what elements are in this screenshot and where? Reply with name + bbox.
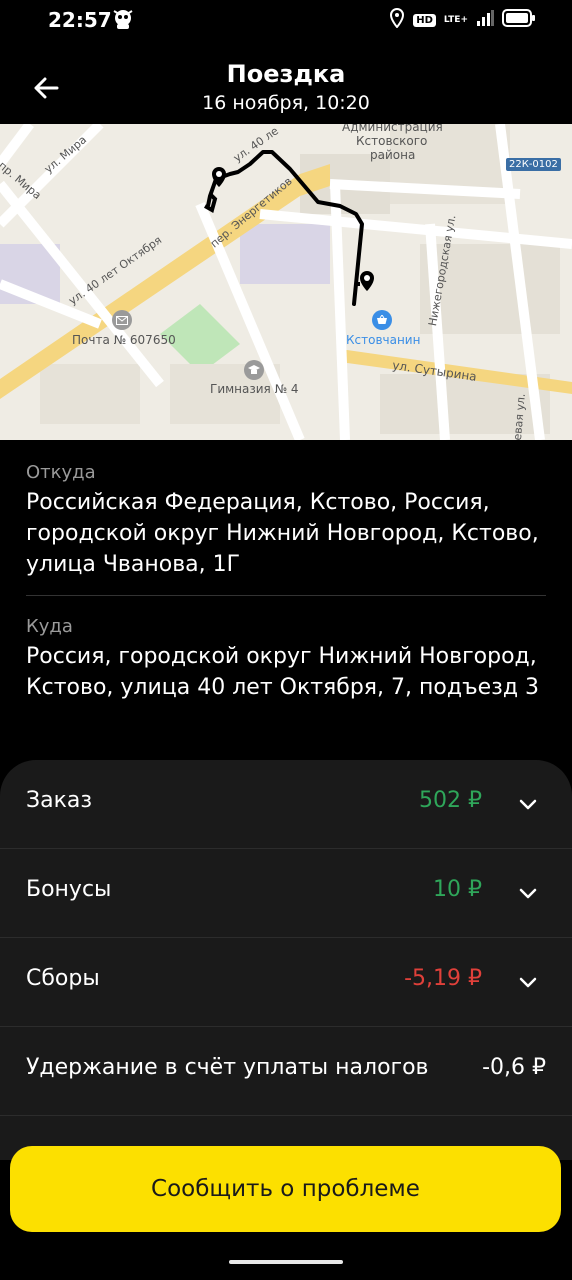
to-section: Куда Россия, городской округ Нижний Новг… bbox=[26, 616, 546, 703]
report-problem-button[interactable]: Сообщить о проблеме bbox=[10, 1146, 561, 1232]
lte-label: LTE+ bbox=[443, 15, 468, 25]
school-icon bbox=[244, 360, 264, 380]
chevron-down-icon[interactable] bbox=[518, 794, 538, 814]
bonus-label: Бонусы bbox=[26, 877, 112, 902]
route-details-card: Откуда Российская Федерация, Кстово, Рос… bbox=[0, 440, 572, 750]
order-value: 502 ₽ bbox=[419, 788, 482, 813]
fees-row[interactable]: Сборы -5,19 ₽ bbox=[0, 938, 572, 1027]
map-label-post: Почта № 607650 bbox=[72, 333, 176, 347]
fees-label: Сборы bbox=[26, 966, 100, 991]
end-pin-icon bbox=[358, 270, 376, 292]
start-pin-icon bbox=[210, 166, 228, 188]
to-address: Россия, городской округ Нижний Новгород,… bbox=[26, 644, 540, 700]
map-label-admin2: Кстовского bbox=[356, 134, 428, 148]
trip-datetime: 16 ноября, 10:20 bbox=[202, 92, 370, 114]
location-icon bbox=[389, 7, 405, 32]
map-label-school: Гимназия № 4 bbox=[210, 382, 299, 396]
chevron-down-icon[interactable] bbox=[518, 972, 538, 992]
app-notification-icon bbox=[110, 8, 136, 36]
divider bbox=[26, 595, 546, 596]
chevron-down-icon[interactable] bbox=[518, 883, 538, 903]
home-indicator[interactable] bbox=[229, 1260, 343, 1264]
map-label-admin: Администрация bbox=[342, 124, 443, 134]
bonus-value: 10 ₽ bbox=[433, 877, 482, 902]
header: Поездка 16 ноября, 10:20 bbox=[0, 52, 572, 124]
page-title: Поездка bbox=[226, 60, 346, 88]
order-label: Заказ bbox=[26, 788, 93, 813]
signal-icon bbox=[476, 10, 494, 30]
fees-value: -5,19 ₽ bbox=[404, 966, 482, 991]
battery-icon bbox=[502, 9, 536, 31]
finance-card: Заказ 502 ₽ Бонусы 10 ₽ Сборы -5,19 ₽ Уд… bbox=[0, 760, 572, 1160]
status-time: 22:57 bbox=[48, 8, 112, 32]
shop-icon bbox=[372, 310, 392, 330]
order-row[interactable]: Заказ 502 ₽ bbox=[0, 760, 572, 849]
bonus-row[interactable]: Бонусы 10 ₽ bbox=[0, 849, 572, 938]
from-section: Откуда Российская Федерация, Кстово, Рос… bbox=[26, 462, 546, 580]
tax-value: -0,6 ₽ bbox=[482, 1055, 546, 1080]
map-label-admin3: района bbox=[370, 148, 416, 162]
tax-row: Удержание в счёт уплаты налогов -0,6 ₽ bbox=[0, 1027, 572, 1116]
road-badge: 22К-0102 bbox=[506, 158, 561, 171]
from-address: Российская Федерация, Кстово, Россия, го… bbox=[26, 490, 539, 577]
route-map[interactable]: Администрация Кстовского района 22К-0102… bbox=[0, 124, 572, 440]
to-label: Куда bbox=[26, 616, 73, 637]
hd-badge: HD bbox=[413, 13, 436, 27]
post-office-icon bbox=[112, 310, 132, 330]
from-label: Откуда bbox=[26, 462, 96, 483]
map-label-shop: Кстовчанин bbox=[346, 333, 421, 347]
status-bar: 22:57 HD LTE+ bbox=[0, 0, 572, 40]
tax-label: Удержание в счёт уплаты налогов bbox=[26, 1055, 429, 1080]
